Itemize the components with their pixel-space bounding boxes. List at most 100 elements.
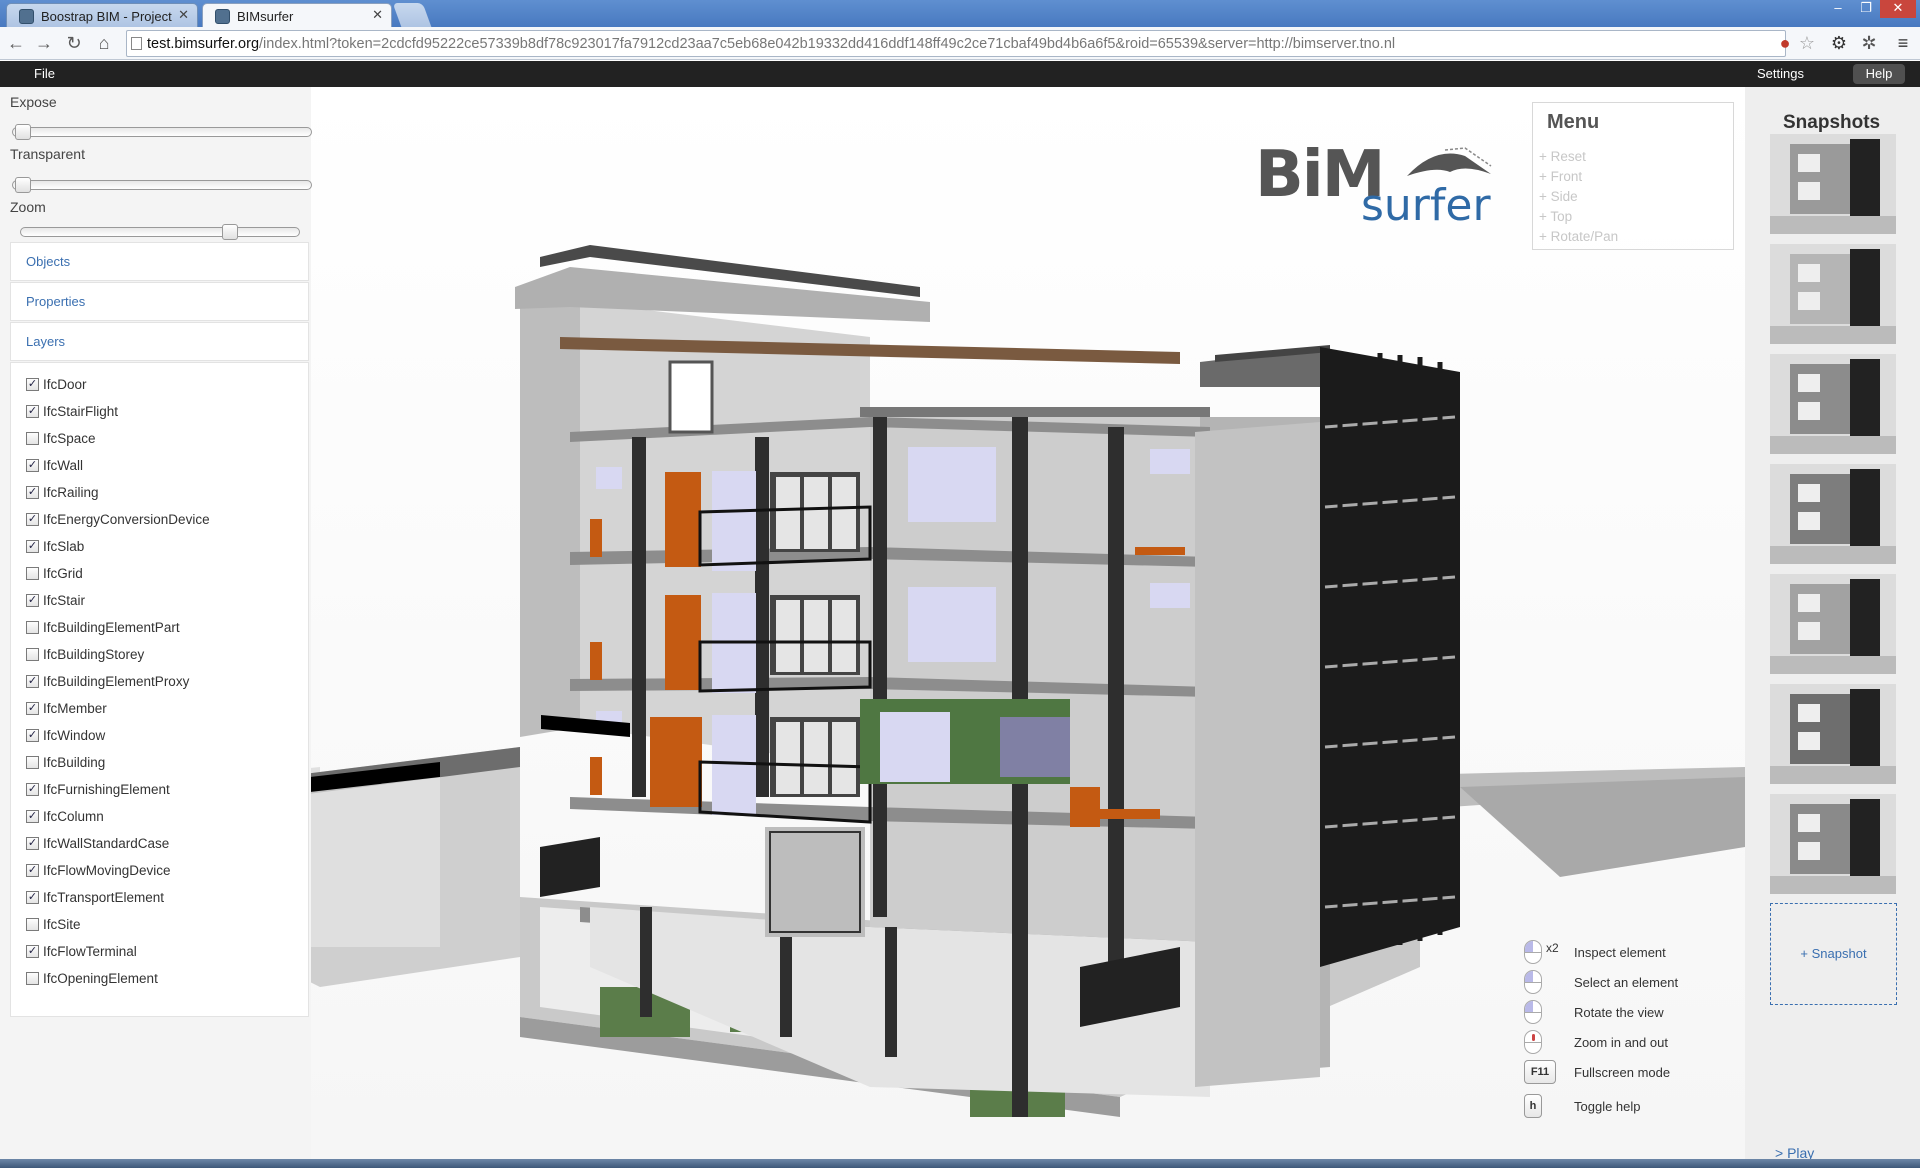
menu-hamburger-icon[interactable]: ≡ [1892,32,1914,54]
checkbox-checked[interactable]: ✓ [26,540,39,553]
checkbox-checked[interactable]: ✓ [26,891,39,904]
layer-label: IfcGrid [43,566,83,581]
layer-label: IfcMember [43,701,107,716]
tab-boostrap-bim[interactable]: Boostrap BIM - Project ✕ [6,3,198,27]
browser-toolbar: ← → ↻ ⌂ test.bimsurfer.org/index.html?to… [0,27,1920,60]
objects-header[interactable]: Objects [11,243,308,280]
checkbox-checked[interactable]: ✓ [26,729,39,742]
checkbox-unchecked[interactable] [26,756,39,769]
forward-arrow-icon[interactable]: → [32,31,56,55]
extension-icon[interactable]: ● [1774,32,1796,54]
checkbox-unchecked[interactable] [26,567,39,580]
add-snapshot-button[interactable]: + Snapshot [1770,903,1897,1005]
layer-label: IfcWallStandardCase [43,836,170,851]
view-menu-title: Menu [1547,111,1600,133]
checkbox-checked[interactable]: ✓ [26,405,39,418]
wave-icon [1407,147,1492,176]
gear-icon[interactable]: ⚙ [1828,32,1850,54]
expose-slider-thumb[interactable] [15,124,31,140]
left-panel: Expose Transparent Zoom Objects Properti… [0,87,312,1159]
menu-rotate-pan[interactable]: + Rotate/Pan [1539,229,1618,244]
layer-label: IfcBuildingElementPart [43,620,180,635]
legend-text: Inspect element [1574,945,1666,960]
checkbox-checked[interactable]: ✓ [26,837,39,850]
mouse-left-icon [1524,1000,1542,1024]
checkbox-checked[interactable]: ✓ [26,675,39,688]
minimize-icon[interactable]: – [1824,0,1852,18]
new-tab-button[interactable] [392,3,432,27]
double-click-label: x2 [1546,941,1559,955]
layers-section[interactable]: Layers [10,322,309,361]
close-window-icon[interactable]: ✕ [1880,0,1916,18]
zoom-slider-thumb[interactable] [222,224,238,240]
legend-text: Rotate the view [1574,1005,1664,1020]
url-path: /index.html?token=2cdcfd95222ce57339b8df… [259,36,1396,52]
properties-header[interactable]: Properties [11,283,308,320]
properties-section[interactable]: Properties [10,282,309,321]
checkbox-checked[interactable]: ✓ [26,486,39,499]
zoom-slider[interactable] [20,224,300,240]
close-icon[interactable]: ✕ [372,7,383,23]
checkbox-unchecked[interactable] [26,621,39,634]
mouse-left-icon [1524,970,1542,994]
restore-icon[interactable]: ❐ [1852,0,1880,18]
snapshot-thumbnail[interactable] [1770,244,1896,344]
menu-side[interactable]: + Side [1539,189,1578,204]
tab-bimsurfer[interactable]: BIMsurfer ✕ [202,3,392,27]
menu-front[interactable]: + Front [1539,169,1582,184]
close-icon[interactable]: ✕ [178,7,189,23]
settings-menu[interactable]: Settings [1757,66,1804,81]
checkbox-checked[interactable]: ✓ [26,810,39,823]
view-menu: Menu + Reset + Front + Side + Top + Rota… [1532,102,1734,250]
checkbox-unchecked[interactable] [26,972,39,985]
back-arrow-icon[interactable]: ← [4,31,28,55]
snapshot-image [1770,684,1896,784]
reload-icon[interactable]: ↻ [62,31,86,55]
address-bar[interactable]: test.bimsurfer.org/index.html?token=2cdc… [126,30,1786,57]
snapshot-image [1770,134,1896,234]
snapshot-thumbnail[interactable] [1770,134,1896,234]
file-menu[interactable]: File [34,66,55,81]
snapshot-image [1770,574,1896,674]
layers-header[interactable]: Layers [11,323,308,360]
checkbox-unchecked[interactable] [26,918,39,931]
layer-label: IfcBuildingStorey [43,647,145,662]
transparent-slider-thumb[interactable] [15,177,31,193]
snapshot-image [1770,244,1896,344]
checkbox-checked[interactable]: ✓ [26,945,39,958]
legend-text: Toggle help [1574,1099,1641,1114]
help-button[interactable]: Help [1853,64,1905,84]
checkbox-unchecked[interactable] [26,432,39,445]
checkbox-checked[interactable]: ✓ [26,594,39,607]
browser-tab-strip: Boostrap BIM - Project ✕ BIMsurfer ✕ – ❐… [0,0,1920,27]
layers-list: ✓ IfcDoor ✓ IfcStairFlight IfcSpace ✓ IfcWall ✓… [10,362,309,1017]
layer-label: IfcOpeningElement [43,971,158,986]
snapshot-thumbnail[interactable] [1770,794,1896,894]
logo-text-surfer: surfer [1361,180,1491,231]
expose-slider[interactable] [12,124,312,140]
snapshot-thumbnail[interactable] [1770,574,1896,674]
extension-puzzle-icon[interactable]: ✲ [1858,32,1880,54]
snapshots-panel: Snapshots + Snapshot > Play [1745,87,1920,1161]
snapshot-thumbnail[interactable] [1770,354,1896,454]
home-icon[interactable]: ⌂ [92,31,116,55]
star-bookmark-icon[interactable]: ☆ [1796,32,1818,54]
transparent-slider[interactable] [12,177,312,193]
tab-title: Boostrap BIM - Project [41,9,172,24]
snapshot-thumbnail[interactable] [1770,684,1896,784]
page-favicon-icon [19,9,34,24]
legend-text: Fullscreen mode [1574,1065,1671,1080]
checkbox-checked[interactable]: ✓ [26,378,39,391]
menu-top[interactable]: + Top [1539,209,1572,224]
checkbox-checked[interactable]: ✓ [26,864,39,877]
menu-reset[interactable]: + Reset [1539,149,1586,164]
checkbox-unchecked[interactable] [26,648,39,661]
objects-section[interactable]: Objects [10,242,309,281]
checkbox-checked[interactable]: ✓ [26,783,39,796]
checkbox-checked[interactable]: ✓ [26,513,39,526]
layer-label: IfcBuildingElementProxy [43,674,190,689]
snapshot-thumbnail[interactable] [1770,464,1896,564]
checkbox-checked[interactable]: ✓ [26,459,39,472]
layer-label: IfcSpace [43,431,96,446]
checkbox-checked[interactable]: ✓ [26,702,39,715]
